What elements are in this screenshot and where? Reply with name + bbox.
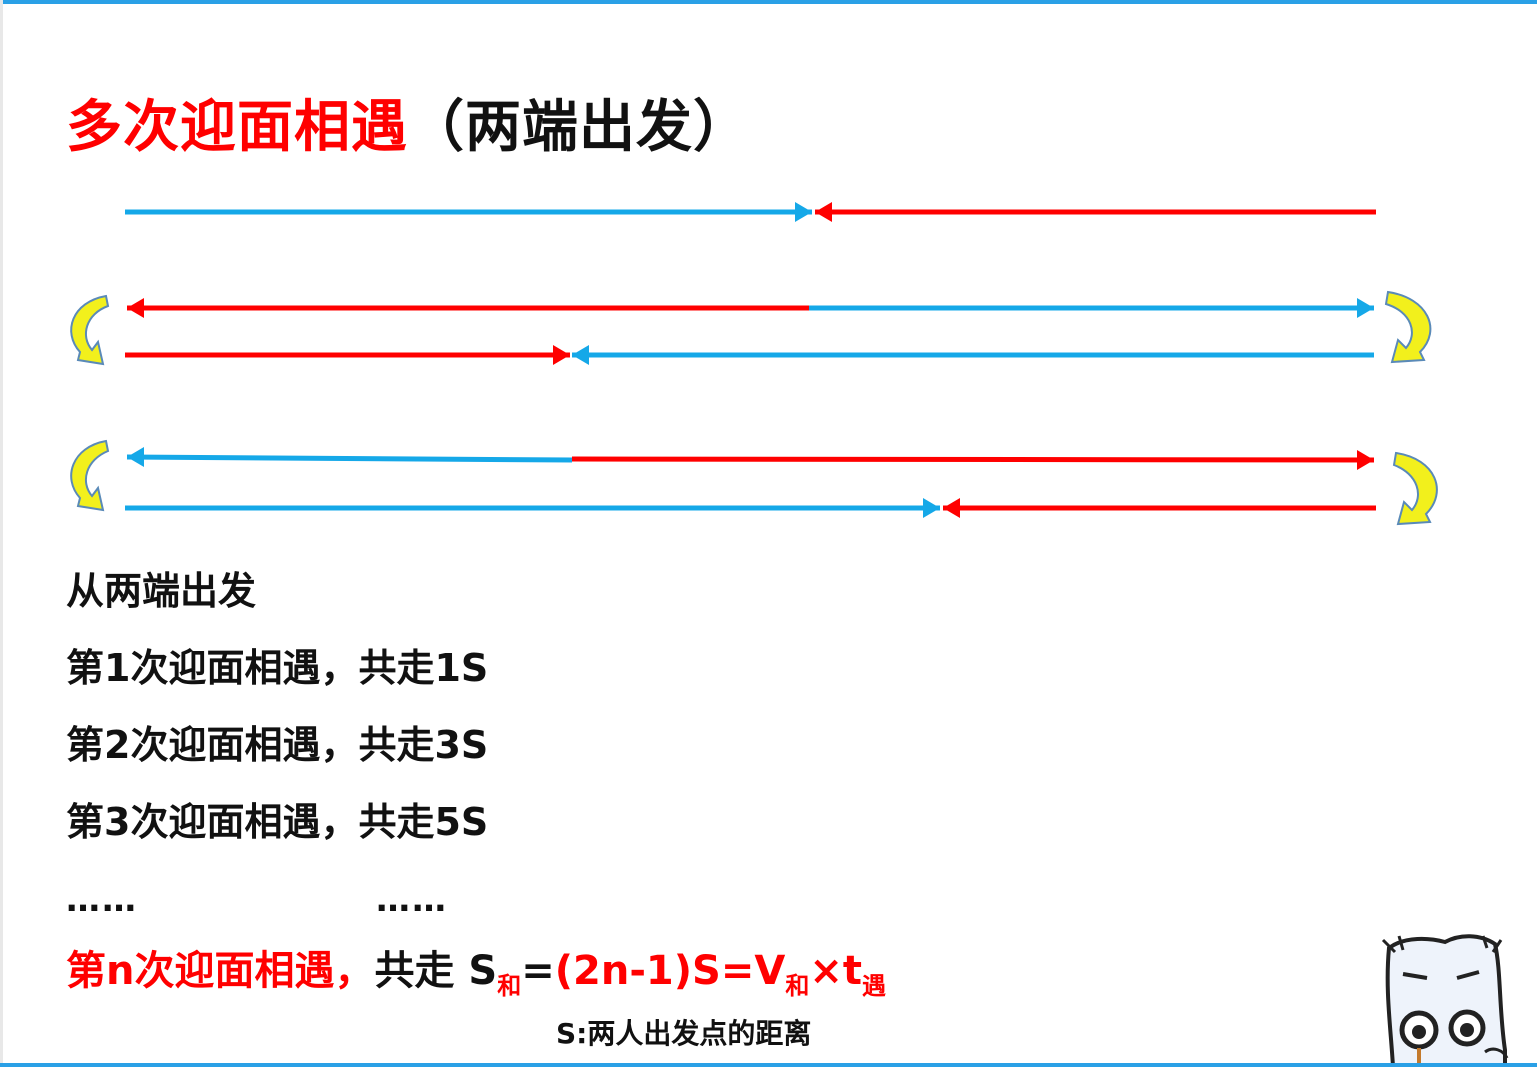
bottom-rule bbox=[0, 1063, 1537, 1067]
red-arrowhead bbox=[553, 345, 570, 365]
turn-arrow-icon bbox=[1384, 290, 1432, 364]
blue-arrowhead bbox=[1357, 298, 1374, 318]
blue-arrowhead bbox=[572, 345, 589, 365]
red-arrowhead bbox=[127, 298, 144, 318]
step-first-meeting: 第1次迎面相遇，共走1S bbox=[66, 646, 489, 690]
distance-note: S:两人出发点的距离 bbox=[556, 1017, 812, 1050]
turn-arrow-icon bbox=[70, 294, 110, 366]
step-second-meeting: 第2次迎面相遇，共走3S bbox=[66, 723, 489, 767]
formula-sub-yu: 遇 bbox=[861, 972, 886, 1000]
formula-expr: (2n-1)S=V bbox=[554, 948, 786, 994]
formula-sub-he: 和 bbox=[497, 972, 522, 1000]
red-arrowhead bbox=[943, 498, 960, 518]
first-meeting-row bbox=[125, 202, 1376, 222]
meeting-diagram bbox=[70, 202, 1438, 526]
mascot-icon bbox=[1381, 934, 1509, 1067]
general-formula: 第n次迎面相遇，共走 S和=(2n-1)S=V和×t遇 bbox=[66, 938, 886, 1001]
step-third-meeting: 第3次迎面相遇，共走5S bbox=[66, 800, 489, 844]
formula-times: ×t bbox=[809, 948, 862, 994]
blue-arrowhead bbox=[923, 498, 940, 518]
red-path-arrow bbox=[571, 456, 1375, 463]
third-meeting-row bbox=[125, 447, 1376, 518]
formula-mid: 共走 S bbox=[374, 948, 498, 994]
red-arrowhead bbox=[815, 202, 832, 222]
step-start: 从两端出发 bbox=[66, 569, 257, 613]
blue-arrowhead bbox=[795, 202, 812, 222]
ellipsis-right: …… bbox=[376, 880, 448, 920]
blue-path-arrow bbox=[126, 454, 573, 463]
turn-arrow-icon bbox=[1392, 451, 1438, 526]
blue-arrowhead bbox=[127, 447, 144, 467]
formula-lead: 第n次迎面相遇， bbox=[66, 948, 375, 994]
ellipsis-left: …… bbox=[66, 880, 138, 920]
second-meeting-row bbox=[125, 298, 1374, 365]
turn-arrow-icon bbox=[70, 439, 110, 512]
formula-sub-he2: 和 bbox=[785, 972, 810, 1000]
red-arrowhead bbox=[1357, 450, 1374, 470]
formula-eq: = bbox=[521, 948, 555, 994]
